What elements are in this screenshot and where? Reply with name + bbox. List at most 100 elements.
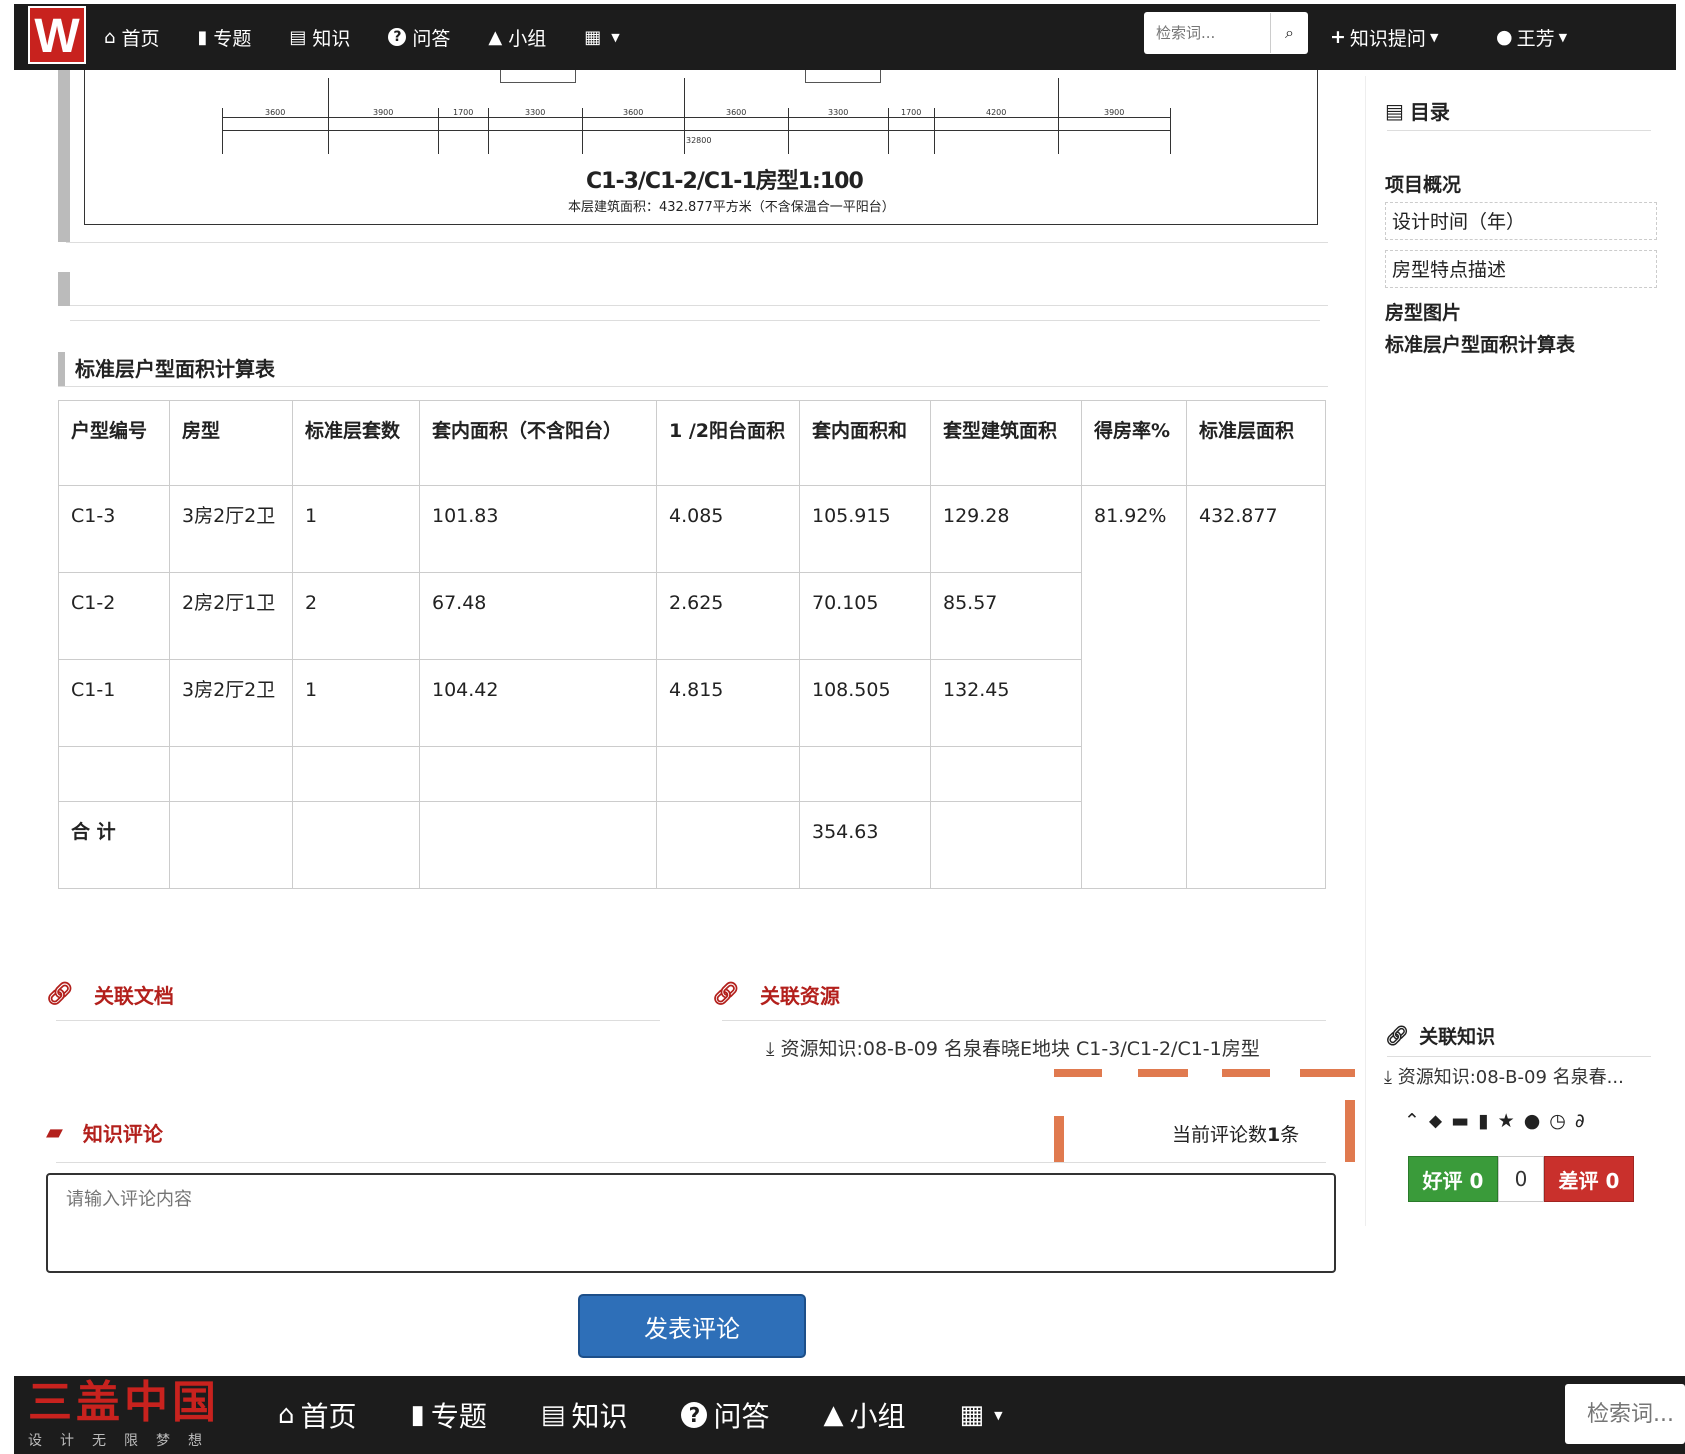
- tags-icon[interactable]: ⬥: [1429, 1110, 1442, 1132]
- table-cell: 3房2厅2卫: [169, 485, 293, 573]
- dimension-tick: [684, 108, 685, 154]
- tree-icon: ▲: [488, 26, 503, 48]
- link-icon: 🔗︎: [712, 982, 740, 1007]
- nav-apps-menu[interactable]: ▦ ▼: [584, 27, 619, 48]
- paperclip-icon[interactable]: ∂: [1575, 1110, 1585, 1132]
- chevron-up-icon[interactable]: ⌃: [1404, 1110, 1420, 1132]
- comment-count-suffix: 条: [1280, 1124, 1300, 1146]
- dimension-label: 3600: [623, 108, 644, 117]
- downvote-button[interactable]: 差评 0: [1544, 1156, 1634, 1202]
- nav-home[interactable]: ⌂ 首页: [278, 1395, 357, 1435]
- nav-qa[interactable]: ? 问答: [388, 24, 450, 51]
- nav-knowledge[interactable]: ▤ 知识: [289, 24, 350, 51]
- table-cell: 4.815: [656, 659, 800, 747]
- col-header: 套内面积和: [799, 400, 931, 486]
- col-header: 标准层面积: [1186, 400, 1326, 486]
- nav-knowledge[interactable]: ▤ 知识: [541, 1395, 628, 1435]
- divider: [56, 1162, 1326, 1163]
- dimension-tick: [934, 108, 935, 154]
- search-input[interactable]: [1144, 12, 1270, 54]
- site-logo[interactable]: W: [28, 6, 86, 64]
- dimension-tick: [488, 108, 489, 154]
- nav-topics[interactable]: ▮ 专题: [411, 1395, 487, 1435]
- dimension-total-label: 32800: [686, 136, 712, 145]
- bookmark-icon[interactable]: ▮: [1478, 1110, 1488, 1132]
- dimension-tick: [1058, 108, 1059, 154]
- highlight-dash: [1300, 1069, 1355, 1077]
- star-icon[interactable]: ★: [1498, 1110, 1515, 1132]
- caret-down-icon: ▼: [611, 30, 620, 44]
- divider: [56, 1020, 660, 1021]
- user-menu[interactable]: ● 王芳 ▼: [1496, 4, 1567, 70]
- link-icon: 🔗︎: [1385, 1025, 1410, 1047]
- question-icon: ?: [681, 1402, 708, 1428]
- related-docs-heading: 🔗︎ 关联文档: [46, 980, 174, 1009]
- toc-item[interactable]: 房型图片: [1385, 298, 1461, 325]
- bookmark-icon: ▮: [197, 26, 208, 48]
- post-comment-button[interactable]: 发表评论: [578, 1294, 806, 1358]
- nav-apps-menu[interactable]: ▦ ▼: [959, 1400, 1002, 1430]
- floorplan-subtitle: 本层建筑面积：432.877平方米（不含保温合一平阳台）: [568, 200, 895, 215]
- toc-item[interactable]: 标准层户型面积计算表: [1385, 330, 1575, 357]
- dimension-label: 3300: [525, 108, 546, 117]
- link-icon: 🔗︎: [46, 982, 74, 1007]
- ask-label: 知识提问: [1349, 27, 1426, 50]
- sidebar-related-title: 关联知识: [1419, 1026, 1496, 1048]
- related-resources-title: 关联资源: [759, 984, 840, 1008]
- table-cell: 2: [292, 572, 420, 660]
- user-icon: ●: [1496, 26, 1513, 48]
- comment-textarea[interactable]: [46, 1173, 1336, 1273]
- table-cell: 105.915: [799, 485, 931, 573]
- divider: [722, 1020, 1326, 1021]
- table-cell: 1: [292, 659, 420, 747]
- table-cell: 合 计: [58, 801, 170, 889]
- download-icon: ⤓: [766, 1038, 775, 1060]
- bookmark-icon: ▮: [410, 1400, 425, 1430]
- nav-topics[interactable]: ▮ 专题: [197, 24, 251, 51]
- table-cell: 132.45: [930, 659, 1082, 747]
- floorplan-title: C1-3/C1-2/C1-1房型1:100: [586, 169, 864, 194]
- nav-topics-label: 专题: [430, 1400, 487, 1433]
- toc-subitem[interactable]: 设计时间（年）: [1385, 202, 1657, 240]
- toc-item[interactable]: 项目概况: [1385, 170, 1461, 197]
- dimension-tick: [1170, 108, 1171, 154]
- top-search: ⌕: [1144, 12, 1308, 54]
- col-header: 标准层套数: [292, 400, 420, 486]
- upvote-button[interactable]: 好评 0: [1408, 1156, 1498, 1202]
- clock-icon[interactable]: ◷: [1549, 1110, 1566, 1132]
- book-icon: ▤: [289, 26, 307, 48]
- brand-logo[interactable]: 三盖中国 设计无限梦想: [28, 1378, 246, 1454]
- nav-groups[interactable]: ▲ 小组: [488, 24, 546, 51]
- drawing-left-bar: [58, 70, 70, 242]
- home-icon: ⌂: [104, 26, 116, 48]
- related-resource-link[interactable]: ⤓ 资源知识:08-B-09 名泉春晓E地块 C1-3/C1-2/C1-1房型: [766, 1034, 1260, 1061]
- nav-qa-label: 问答: [713, 1400, 770, 1433]
- drawing-stamp-1: [500, 70, 576, 83]
- col-header: 套型建筑面积: [930, 400, 1082, 486]
- nav-home[interactable]: ⌂ 首页: [104, 24, 159, 51]
- highlight-dash: [1345, 1100, 1355, 1162]
- table-cell: C1-2: [58, 572, 170, 660]
- search-button[interactable]: ⌕: [1270, 13, 1308, 53]
- highlight-dash: [1138, 1069, 1188, 1077]
- table-cell: [656, 746, 800, 802]
- ask-menu[interactable]: + 知识提问 ▼: [1330, 4, 1438, 70]
- toc-subitem[interactable]: 房型特点描述: [1385, 250, 1657, 288]
- table-cell: 70.105: [799, 572, 931, 660]
- nav-topics-label: 专题: [213, 27, 252, 50]
- dimension-tick: [328, 108, 329, 154]
- divider: [1387, 130, 1651, 131]
- sidebar-related-link[interactable]: ⤓ 资源知识:08-B-09 名泉春...: [1384, 1063, 1624, 1089]
- nav-groups-label: 小组: [508, 27, 547, 50]
- user-icon[interactable]: ●: [1524, 1110, 1541, 1132]
- comment-icon[interactable]: ▬: [1451, 1110, 1469, 1132]
- search-input[interactable]: [1565, 1384, 1685, 1444]
- dimension-tick: [1058, 78, 1059, 108]
- nav-qa[interactable]: ? 问答: [681, 1395, 769, 1435]
- nav-groups[interactable]: ▲ 小组: [823, 1395, 905, 1435]
- sidebar-related-heading: 🔗︎ 关联知识: [1385, 1022, 1495, 1049]
- comment-count: 当前评论数1条: [1172, 1120, 1299, 1147]
- table-cell: 129.28: [930, 485, 1082, 573]
- nav-groups-label: 小组: [849, 1400, 906, 1433]
- dimension-label: 3300: [828, 108, 849, 117]
